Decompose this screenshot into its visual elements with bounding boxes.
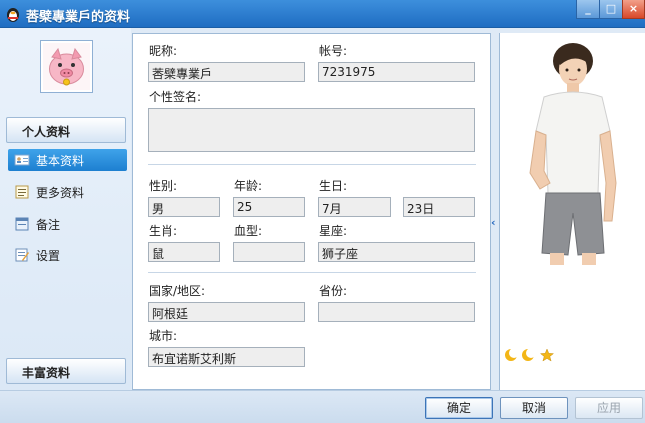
close-button[interactable]: × <box>622 0 645 19</box>
maximize-button[interactable]: □ <box>599 0 623 19</box>
birth-day-field[interactable]: 23日 <box>403 197 475 217</box>
section-personal-label: 个人资料 <box>22 125 71 139</box>
minimize-button[interactable]: _ <box>576 0 600 19</box>
list-icon <box>15 185 29 199</box>
zodiac-label: 生肖: <box>149 224 178 238</box>
age-field[interactable]: 25 <box>233 197 305 217</box>
gender-label: 性别: <box>149 179 178 193</box>
constellation-field[interactable]: 狮子座 <box>318 242 475 262</box>
nickname-field[interactable]: 莕檗專業戶 <box>148 62 305 82</box>
sidebar-item-settings[interactable]: 设置 <box>8 244 127 266</box>
note-icon <box>15 217 29 231</box>
star-icon <box>539 348 555 362</box>
sidebar-item-more-info[interactable]: 更多资料 <box>8 181 127 203</box>
apply-button[interactable]: 应用 <box>575 397 643 419</box>
cancel-button[interactable]: 取消 <box>500 397 568 419</box>
moon-icon <box>505 348 519 361</box>
province-label: 省份: <box>319 284 348 298</box>
zodiac-field[interactable]: 鼠 <box>148 242 220 262</box>
id-card-icon <box>14 154 30 166</box>
country-field[interactable]: 阿根廷 <box>148 302 305 322</box>
blood-type-label: 血型: <box>234 224 263 238</box>
sidebar-item-notes[interactable]: 备注 <box>8 213 127 235</box>
sidebar-item-label: 设置 <box>36 249 61 263</box>
section-rich-info[interactable]: 丰富资料 <box>6 358 126 384</box>
sidebar-item-label: 更多资料 <box>36 186 85 200</box>
settings-icon <box>15 248 29 262</box>
window-title: 莕檗專業戶的资料 <box>26 10 131 25</box>
sidebar-item-label: 备注 <box>36 218 61 232</box>
penguin-icon <box>7 8 19 22</box>
sidebar-item-basic-info[interactable]: 基本资料 <box>8 149 127 171</box>
section-personal-info[interactable]: 个人资料 <box>6 117 126 143</box>
gender-field[interactable]: 男 <box>148 197 220 217</box>
moon-icon <box>522 348 536 361</box>
avatar-show-panel <box>499 33 645 390</box>
nickname-label: 昵称: <box>149 44 178 58</box>
pig-avatar-icon <box>43 43 90 90</box>
age-label: 年龄: <box>234 179 263 193</box>
province-field[interactable] <box>318 302 475 322</box>
account-field[interactable]: 7231975 <box>318 62 475 82</box>
signature-field[interactable] <box>148 108 475 152</box>
sidebar: 个人资料 基本资料 更多资料 备注 设置 丰富资料 <box>0 28 131 390</box>
section-rich-label: 丰富资料 <box>22 366 71 380</box>
avatar[interactable] <box>40 40 93 93</box>
avatar-figure-icon <box>529 43 617 265</box>
city-label: 城市: <box>149 329 178 343</box>
sidebar-item-label: 基本资料 <box>36 154 85 168</box>
level-badges <box>505 348 555 362</box>
ok-button[interactable]: 确定 <box>425 397 493 419</box>
signature-label: 个性签名: <box>149 90 202 104</box>
city-field[interactable]: 布宜诺斯艾利斯 <box>148 347 305 367</box>
divider <box>148 272 476 273</box>
constellation-label: 星座: <box>319 224 348 238</box>
country-label: 国家/地区: <box>149 284 206 298</box>
account-label: 帐号: <box>319 44 348 58</box>
collapse-panel-button[interactable]: ‹ <box>491 216 499 230</box>
divider <box>148 164 476 165</box>
blood-type-field[interactable] <box>233 242 305 262</box>
birthday-label: 生日: <box>319 179 348 193</box>
birth-month-field[interactable]: 7月 <box>318 197 391 217</box>
title-bar: 莕檗專業戶的资料 <box>0 0 645 28</box>
